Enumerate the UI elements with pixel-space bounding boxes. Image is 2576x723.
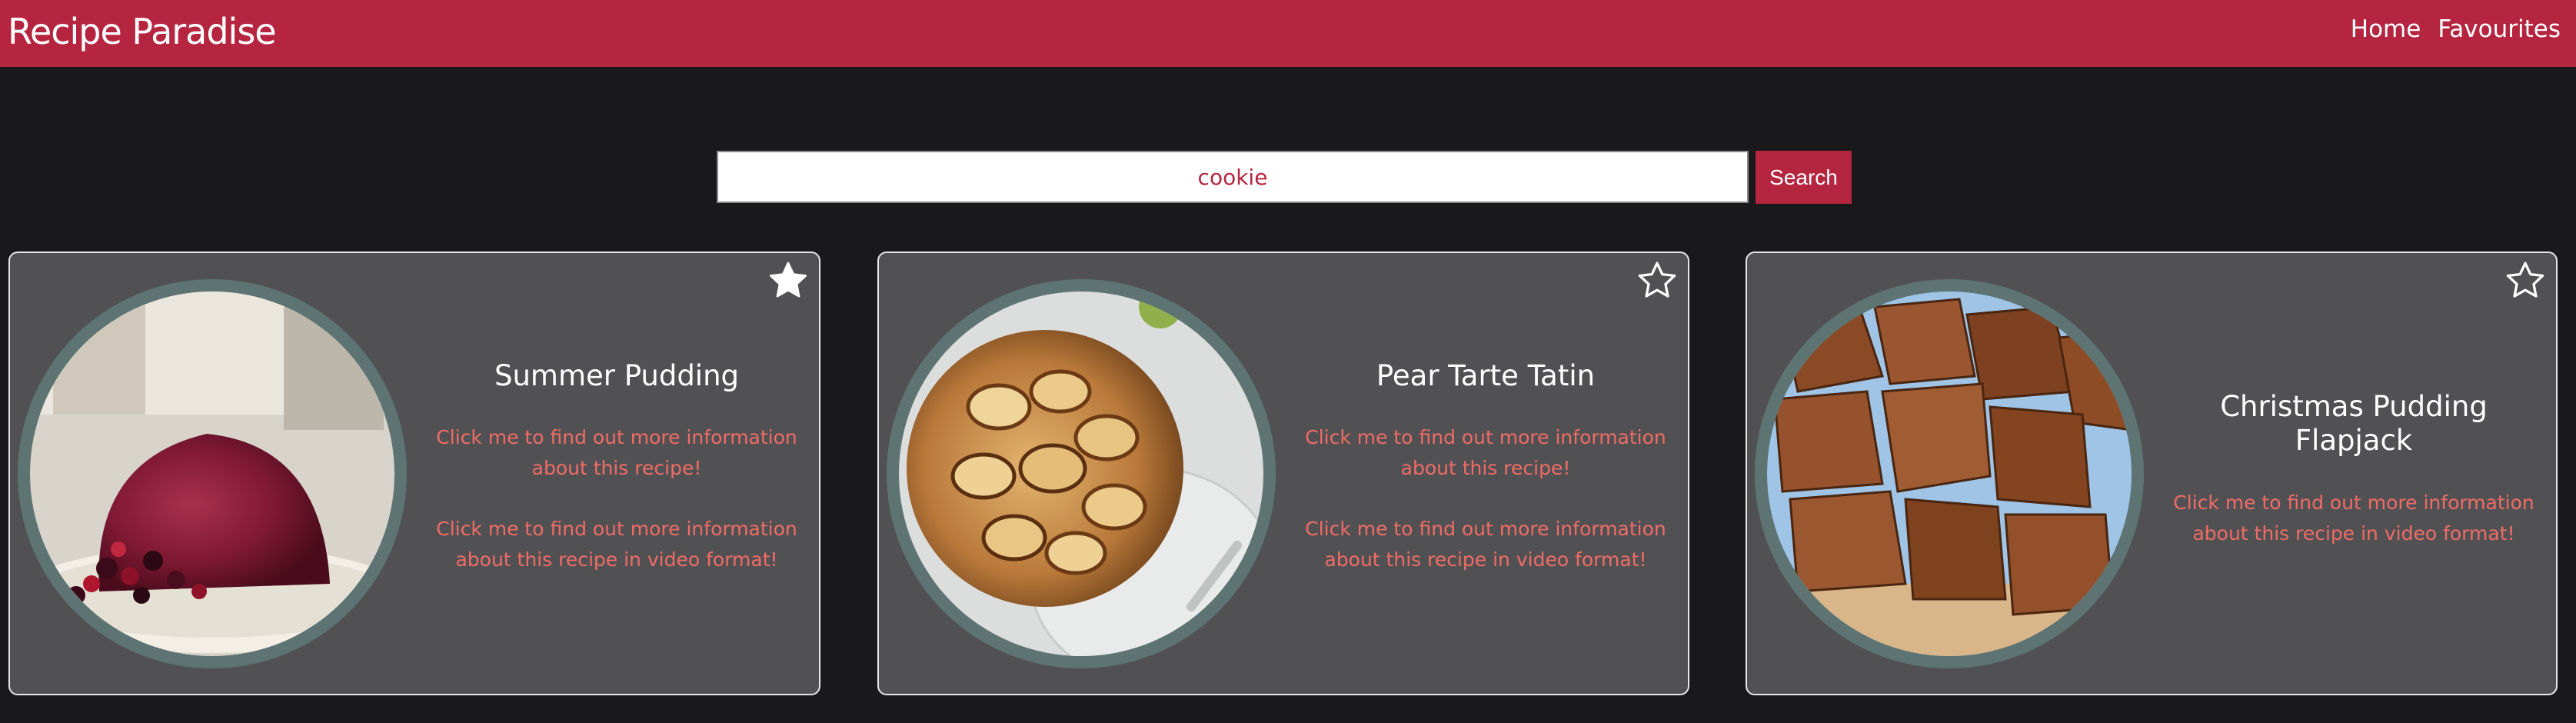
nav-links: Home Favourites [2351,15,2561,43]
recipe-card-body: Christmas Pudding Flapjack Click me to f… [2159,390,2548,579]
recipe-info-link[interactable]: Click me to find out more information ab… [1291,422,1680,484]
recipe-title: Summer Pudding [494,359,740,392]
recipe-photo-summer-pudding [18,279,407,668]
recipe-info-link[interactable]: Click me to find out more information ab… [422,422,811,484]
recipe-video-link[interactable]: Click me to find out more information ab… [422,514,811,575]
favourite-star-outline-icon[interactable] [1636,259,1679,302]
recipe-card-pear-tarte-tatin[interactable]: Pear Tarte Tatin Click me to find out mo… [877,252,1689,695]
recipe-video-link[interactable]: Click me to find out more information ab… [2159,488,2548,549]
recipe-card-body: Pear Tarte Tatin Click me to find out mo… [1291,359,1680,605]
recipe-title: Pear Tarte Tatin [1376,359,1596,392]
recipe-video-link[interactable]: Click me to find out more information ab… [1291,514,1680,575]
recipe-card-christmas-pudding-flapjack[interactable]: Christmas Pudding Flapjack Click me to f… [1746,252,2558,695]
recipe-title: Christmas Pudding Flapjack [2220,390,2488,458]
nav-home-link[interactable]: Home [2351,15,2421,43]
favourite-star-outline-icon[interactable] [2504,259,2547,302]
favourite-star-filled-icon[interactable] [767,259,810,302]
recipe-photo-pear-tarte-tatin [887,279,1276,668]
recipe-card-summer-pudding[interactable]: Summer Pudding Click me to find out more… [8,252,820,695]
brand-title[interactable]: Recipe Paradise [8,11,277,52]
recipe-card-body: Summer Pudding Click me to find out more… [422,359,811,605]
search-button[interactable]: Search [1756,151,1852,204]
search-input[interactable] [717,151,1749,203]
navbar: Recipe Paradise Home Favourites [0,0,2576,67]
recipe-photo-christmas-pudding-flapjack [1755,279,2144,668]
nav-favourites-link[interactable]: Favourites [2438,15,2561,43]
